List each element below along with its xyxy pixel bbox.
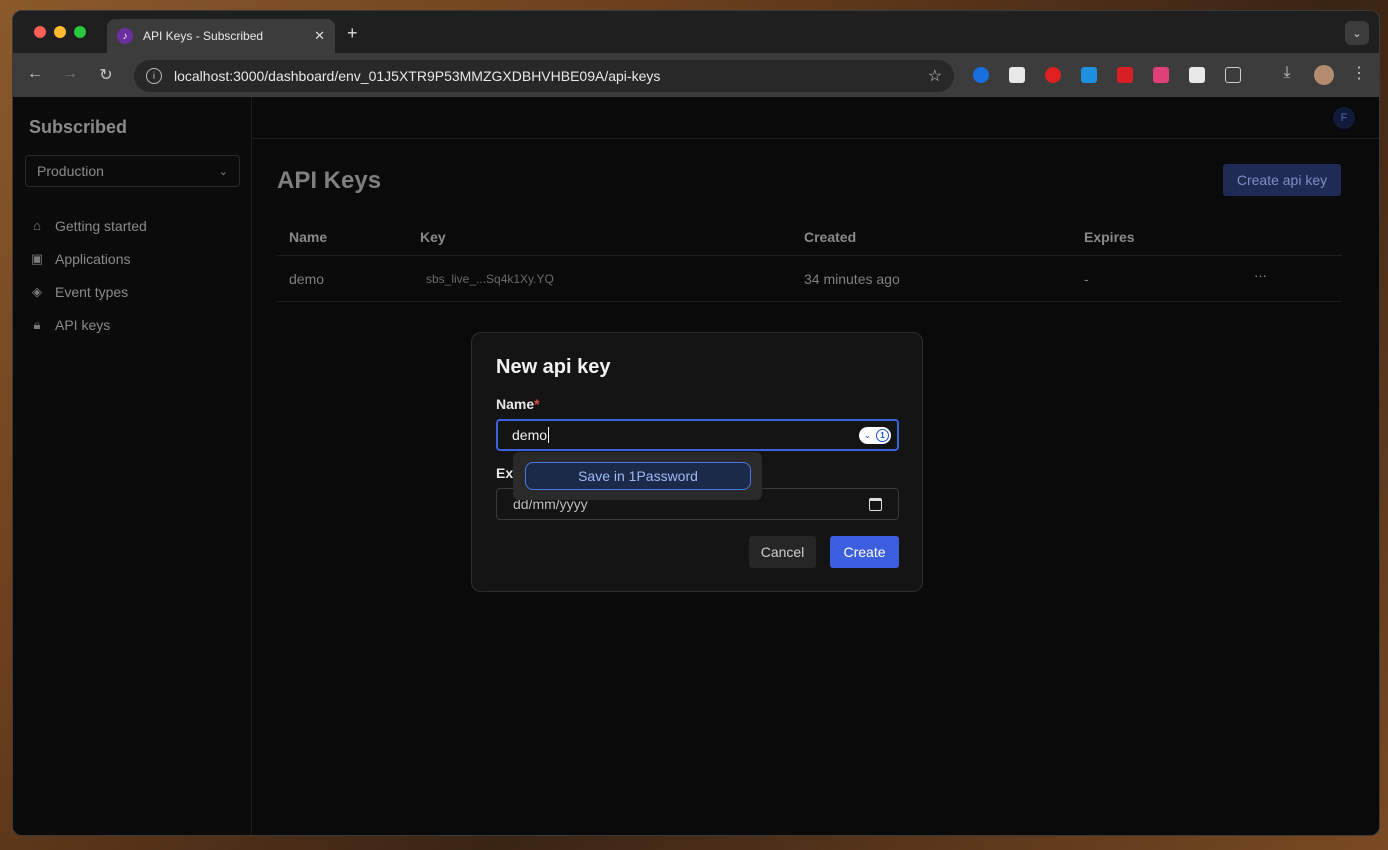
user-avatar[interactable]: F [1333,107,1355,129]
forward-arrow-icon[interactable]: → [60,65,80,83]
environment-value: Production [37,163,104,179]
window-controls [34,26,86,38]
sidebar-item-label: API keys [55,316,111,333]
onepassword-extension-icon[interactable] [973,67,989,83]
required-marker: * [534,396,540,412]
expires-cell: - [1084,270,1089,287]
url-text[interactable]: localhost:3000/dashboard/env_01J5XTR9P53… [174,68,928,84]
home-icon: ⌂ [33,218,41,233]
name-label-text: Name [496,396,535,412]
table-header: Name Key Created Expires [277,219,1342,256]
close-window-button[interactable] [34,26,46,38]
name-input-value: demo [512,427,548,443]
sidebar-item-api-keys[interactable]: 🔒︎ API keys [29,308,147,341]
tab-strip: ♪ API Keys - Subscribed ✕ + ⌄ [13,11,1379,53]
close-tab-icon[interactable]: ✕ [314,28,325,44]
pink-extension-icon[interactable] [1153,67,1169,83]
hand-extension-icon[interactable] [1045,67,1061,83]
save-in-1password-button[interactable]: Save in 1Password [525,462,751,490]
browser-window: ♪ API Keys - Subscribed ✕ + ⌄ ← → ↻ i lo… [12,10,1380,836]
browser-toolbar: ← → ↻ i localhost:3000/dashboard/env_01J… [13,53,1379,97]
page-title: API Keys [277,167,382,194]
brand-name: Subscribed [29,117,128,137]
sidebar-item-event-types[interactable]: ◈ Event types [29,275,147,308]
subscribed-favicon-icon: ♪ [117,28,133,44]
sidebar-item-label: Applications [55,250,131,267]
text-caret [548,427,550,443]
lock-icon: 🔒︎ [33,316,41,332]
layers-icon: ◈ [32,283,42,299]
new-api-key-modal: New api key Name* demo ⌄ 1 Ex dd/mm/yyyy… [471,332,923,592]
sidebar-item-getting-started[interactable]: ⌂ Getting started [29,209,147,242]
bird-extension-icon[interactable] [1081,67,1097,83]
bookmark-star-icon[interactable]: ☆ [928,66,942,86]
create-button[interactable]: Create [830,536,899,568]
column-header-key: Key [420,229,446,245]
app-viewport: Subscribed Production ⌄ ⌂ Getting starte… [13,97,1379,835]
column-header-created: Created [804,229,857,245]
sidebar-nav: ⌂ Getting started ▣ Applications ◈ Event… [29,209,147,341]
tab-search-chevron-icon[interactable]: ⌄ [1345,21,1369,45]
notion-extension-icon[interactable] [1009,67,1025,83]
site-info-icon[interactable]: i [146,68,162,84]
table-extension-icon[interactable] [1189,67,1205,83]
applications-icon: ▣ [30,250,44,266]
browser-menu-icon[interactable]: ⋮ [1349,63,1369,83]
column-header-name: Name [289,229,328,245]
download-icon[interactable]: ⤓ [1277,64,1297,82]
reload-icon[interactable]: ↻ [96,65,116,85]
calendar-icon[interactable] [869,497,882,511]
api-keys-table: Name Key Created Expires demo sbs_live_.… [277,219,1342,302]
maximize-window-button[interactable] [74,26,86,38]
tab-title: API Keys - Subscribed [143,29,264,43]
back-arrow-icon[interactable]: ← [25,65,45,83]
wand-extension-icon[interactable] [1117,67,1133,83]
chevron-down-icon: ⌄ [218,165,228,178]
sidebar-item-label: Event types [55,283,129,300]
row-actions-menu[interactable]: ··· [1254,268,1342,283]
onepassword-popover: Save in 1Password [513,452,762,500]
create-api-key-button[interactable]: Create api key [1223,164,1341,196]
new-tab-button[interactable]: + [347,23,358,44]
chevron-down-icon: ⌄ [863,430,872,440]
address-bar[interactable]: i localhost:3000/dashboard/env_01J5XTR9P… [134,60,954,92]
name-input[interactable]: demo ⌄ 1 [496,419,899,451]
sidebar: Subscribed Production ⌄ ⌂ Getting starte… [13,97,252,835]
sidebar-item-applications[interactable]: ▣ Applications [29,242,147,275]
cancel-button[interactable]: Cancel [749,536,816,568]
table-row: demo sbs_live_...Sq4k1Xy.YQ 34 minutes a… [277,256,1342,302]
key-name-cell: demo [289,270,325,287]
onepassword-icon: 1 [876,429,889,442]
app-header: F [253,97,1379,139]
column-header-expires: Expires [1084,229,1135,245]
key-value-cell: sbs_live_...Sq4k1Xy.YQ [426,271,554,286]
name-label: Name* [496,396,540,412]
sidebar-item-label: Getting started [55,217,147,234]
expires-label: Ex [496,465,514,481]
minimize-window-button[interactable] [54,26,66,38]
environment-select[interactable]: Production ⌄ [25,155,240,187]
modal-title: New api key [496,356,611,378]
browser-tab[interactable]: ♪ API Keys - Subscribed ✕ [107,19,335,53]
onepassword-inline-button[interactable]: ⌄ 1 [859,427,891,444]
puzzle-extensions-icon[interactable] [1225,67,1241,83]
profile-avatar[interactable] [1314,65,1334,85]
created-cell: 34 minutes ago [804,270,900,287]
